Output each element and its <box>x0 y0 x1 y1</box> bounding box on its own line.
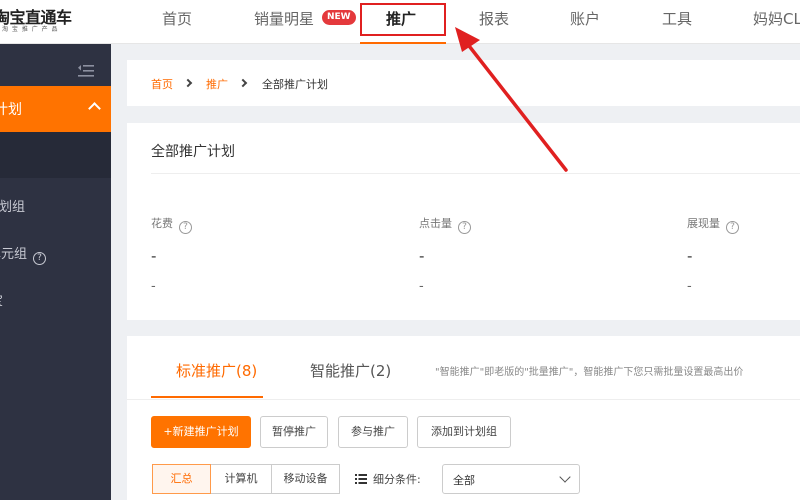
list-filter-icon <box>355 474 367 484</box>
metric-cost-label: 花费? <box>151 215 192 234</box>
metric-impressions-label: 展现量? <box>687 215 739 234</box>
nav-tools[interactable]: 工具 <box>662 8 692 29</box>
divider <box>127 399 800 400</box>
brand-logo[interactable]: 淘宝直通车 淘 宝 推 广 产 品 <box>0 2 104 42</box>
chevron-right-icon <box>238 78 248 88</box>
filter-label: 细分条件: <box>373 473 421 486</box>
sidebar-item-label: 计划组 <box>0 200 26 215</box>
chevron-up-icon <box>88 102 101 115</box>
chevron-right-icon <box>183 78 193 88</box>
brand-tagline: 淘 宝 推 广 产 品 <box>2 26 59 33</box>
new-badge: NEW <box>322 10 356 25</box>
sidebar-item-plan-groups[interactable]: 计划组 <box>0 182 111 228</box>
sidebar-item-label: 宝 <box>0 290 3 309</box>
menu-collapse-icon[interactable] <box>78 64 94 78</box>
add-to-group-button[interactable]: 添加到计划组 <box>417 416 511 448</box>
nav-home[interactable]: 首页 <box>162 8 192 29</box>
tab-smart-promotion[interactable]: 智能推广(2) <box>310 360 391 381</box>
sidebar: 计划 计划组 单元组? 宝 <box>0 44 111 500</box>
help-icon[interactable]: ? <box>458 221 471 234</box>
filter-select[interactable]: 全部 <box>442 464 580 494</box>
breadcrumb-home[interactable]: 首页 <box>151 76 173 92</box>
metric-impressions-compare: - <box>687 279 692 294</box>
segment-computer[interactable]: 计算机 <box>210 464 272 494</box>
sidebar-item-plans[interactable]: 计划 <box>0 86 111 132</box>
nav-sales-star[interactable]: 销量明星 <box>254 8 314 29</box>
tab-active-underline <box>151 396 263 398</box>
tab-note: "智能推广"即老版的"批量推广"，智能推广下您只需批量设置最高出价 <box>435 367 744 378</box>
sidebar-item-label: 单元组? <box>0 243 47 265</box>
breadcrumb-current: 全部推广计划 <box>262 78 328 91</box>
plans-card: 标准推广(8) 智能推广(2) "智能推广"即老版的"批量推广"，智能推广下您只… <box>127 336 800 500</box>
tab-standard-promotion[interactable]: 标准推广(8) <box>176 360 257 381</box>
filter-select-value: 全部 <box>453 474 475 487</box>
sidebar-item-third[interactable]: 宝 <box>0 276 111 322</box>
nav-account[interactable]: 账户 <box>570 8 600 29</box>
join-promotion-button[interactable]: 参与推广 <box>338 416 408 448</box>
help-icon: ? <box>33 252 47 265</box>
metric-clicks-label: 点击量? <box>419 215 471 234</box>
metric-cost-value: - <box>151 247 157 265</box>
metric-impressions-value: - <box>687 247 693 265</box>
sidebar-item-unit-groups[interactable]: 单元组? <box>0 229 111 275</box>
sidebar-subitem-active[interactable] <box>0 132 111 178</box>
metric-cost-compare: - <box>151 279 156 294</box>
nav-reports[interactable]: 报表 <box>479 8 509 29</box>
help-icon[interactable]: ? <box>726 221 739 234</box>
metric-clicks-value: - <box>419 247 425 265</box>
breadcrumb: 首页 推广 全部推广计划 <box>127 60 800 106</box>
nav-mama-club[interactable]: 妈妈CLUB <box>753 8 800 29</box>
annotation-highlight-box <box>360 3 446 36</box>
top-navbar: 淘宝直通车 淘 宝 推 广 产 品 首页 销量明星 NEW 推广 报表 账户 工… <box>0 0 800 44</box>
sidebar-item-label: 计划 <box>0 102 22 118</box>
page-title: 全部推广计划 <box>151 144 235 160</box>
segment-mobile[interactable]: 移动设备 <box>271 464 340 494</box>
nav-active-underline <box>360 42 446 44</box>
breadcrumb-promotion[interactable]: 推广 <box>206 76 228 92</box>
help-icon[interactable]: ? <box>179 221 192 234</box>
summary-card: 全部推广计划 花费? - - 点击量? - - 展现量? - - <box>127 123 800 320</box>
segment-summary[interactable]: 汇总 <box>152 464 211 494</box>
divider <box>151 173 800 174</box>
metric-clicks-compare: - <box>419 279 424 294</box>
new-plan-button[interactable]: +新建推广计划 <box>151 416 251 448</box>
pause-promotion-button[interactable]: 暂停推广 <box>260 416 328 448</box>
chevron-down-icon <box>559 471 571 483</box>
